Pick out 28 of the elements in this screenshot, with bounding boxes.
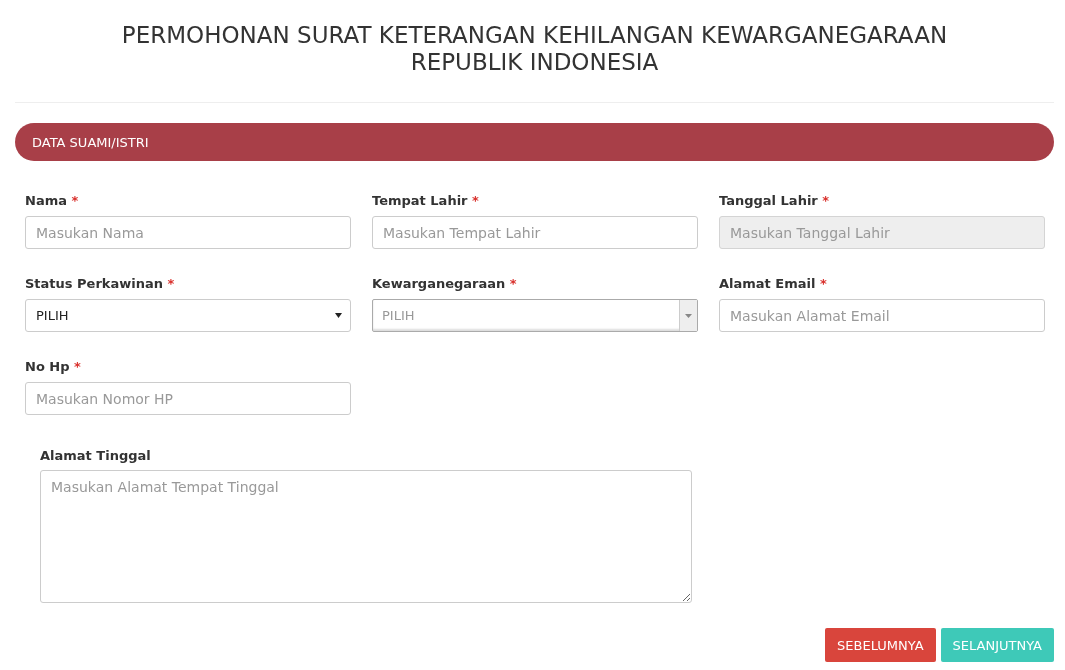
- field-label: Alamat Tinggal: [40, 448, 151, 463]
- field-label: Status Perkawinan: [25, 276, 163, 291]
- field-label: Nama: [25, 193, 67, 208]
- field-label: Alamat Email: [719, 276, 816, 291]
- previous-button[interactable]: SEBELUMNYA: [825, 628, 936, 662]
- text-input-field[interactable]: Masukan Tempat Lahir: [372, 216, 698, 249]
- required-mark: *: [472, 193, 479, 208]
- field-label: No Hp: [25, 359, 70, 374]
- page-title: PERMOHONAN SURAT KETERANGAN KEHILANGAN KEWARGANEGARAAN: [120, 22, 949, 49]
- section-title: DATA SUAMI/ISTRI: [32, 134, 149, 150]
- field-label: Tempat Lahir: [372, 193, 468, 208]
- required-mark: *: [820, 276, 827, 291]
- address-textarea[interactable]: Masukan Alamat Tempat Tinggal: [40, 470, 692, 603]
- select-dropdown[interactable]: PILIH: [25, 299, 351, 332]
- caret-down-icon: [335, 313, 342, 318]
- text-input-field[interactable]: Masukan Alamat Email: [719, 299, 1045, 332]
- field-label: Kewarganegaraan: [372, 276, 506, 291]
- combo-dropdown[interactable]: PILIH: [372, 299, 698, 332]
- required-mark: *: [167, 276, 175, 291]
- required-mark: *: [74, 359, 81, 374]
- required-mark: *: [822, 193, 830, 208]
- page-title: REPUBLIK INDONESIA: [409, 49, 660, 76]
- required-mark: *: [71, 193, 79, 208]
- field-label: Tanggal Lahir: [719, 193, 818, 208]
- text-input-field[interactable]: Masukan Nama: [25, 216, 351, 249]
- text-input-field[interactable]: Masukan Nomor HP: [25, 382, 351, 415]
- required-mark: *: [509, 276, 517, 291]
- caret-down-icon: [685, 313, 692, 318]
